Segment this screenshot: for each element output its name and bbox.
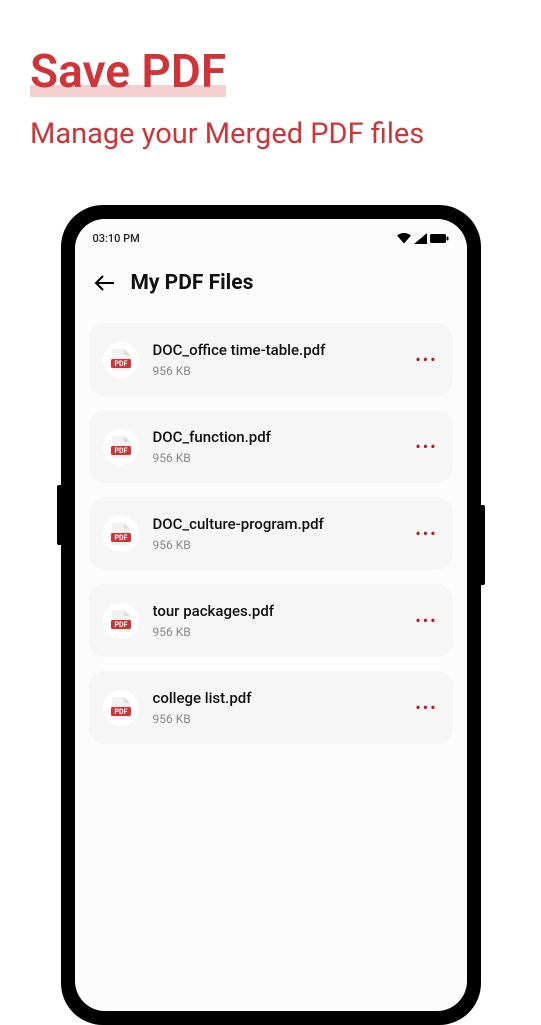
file-name: college list.pdf [153,689,401,707]
file-size: 956 KB [153,364,401,378]
file-list: PDF DOC_office time-table.pdf 956 KB •••… [75,309,467,744]
file-name: DOC_culture-program.pdf [153,515,401,533]
pdf-icon: PDF [103,690,139,726]
more-horizontal-icon: ••• [415,698,437,717]
file-name: DOC_function.pdf [153,428,401,446]
phone-body: 03:10 PM My PDF Files PDF DOC_office tim… [61,205,481,1025]
statusbar-time: 03:10 PM [93,232,140,245]
screen-title: My PDF Files [131,271,254,295]
battery-icon [430,233,449,244]
pdf-icon: PDF [103,603,139,639]
pdf-icon: PDF [103,429,139,465]
app-header: My PDF Files [75,257,467,309]
more-horizontal-icon: ••• [415,524,437,543]
heading-title: Save PDF [30,45,226,99]
phone-mockup: 03:10 PM My PDF Files PDF DOC_office tim… [61,205,481,1025]
file-info: college list.pdf 956 KB [153,689,401,726]
svg-text:PDF: PDF [114,360,127,368]
wifi-icon [397,233,411,244]
svg-text:PDF: PDF [114,621,127,629]
more-menu-button[interactable]: ••• [415,350,439,369]
more-horizontal-icon: ••• [415,611,437,630]
file-info: tour packages.pdf 956 KB [153,602,401,639]
file-item[interactable]: PDF DOC_function.pdf 956 KB ••• [89,410,453,483]
statusbar: 03:10 PM [75,219,467,257]
phone-screen: My PDF Files PDF DOC_office time-table.p… [75,219,467,1011]
arrow-left-icon [93,271,117,295]
heading-subtitle: Manage your Merged PDF files [30,117,511,151]
pdf-icon: PDF [103,516,139,552]
heading-area: Save PDF Manage your Merged PDF files [0,0,541,181]
more-menu-button[interactable]: ••• [415,698,439,717]
file-size: 956 KB [153,451,401,465]
statusbar-icons [397,233,449,244]
more-menu-button[interactable]: ••• [415,524,439,543]
svg-text:PDF: PDF [114,534,127,542]
more-menu-button[interactable]: ••• [415,437,439,456]
more-menu-button[interactable]: ••• [415,611,439,630]
file-item[interactable]: PDF DOC_culture-program.pdf 956 KB ••• [89,497,453,570]
pdf-icon: PDF [103,342,139,378]
file-size: 956 KB [153,538,401,552]
file-name: tour packages.pdf [153,602,401,620]
file-info: DOC_function.pdf 956 KB [153,428,401,465]
signal-icon [414,233,427,244]
svg-text:PDF: PDF [114,708,127,716]
back-button[interactable] [93,271,117,295]
file-info: DOC_culture-program.pdf 956 KB [153,515,401,552]
file-size: 956 KB [153,712,401,726]
file-name: DOC_office time-table.pdf [153,341,401,359]
more-horizontal-icon: ••• [415,437,437,456]
more-horizontal-icon: ••• [415,350,437,369]
file-item[interactable]: PDF DOC_office time-table.pdf 956 KB ••• [89,323,453,396]
file-size: 956 KB [153,625,401,639]
svg-text:PDF: PDF [114,447,127,455]
file-item[interactable]: PDF college list.pdf 956 KB ••• [89,671,453,744]
file-info: DOC_office time-table.pdf 956 KB [153,341,401,378]
file-item[interactable]: PDF tour packages.pdf 956 KB ••• [89,584,453,657]
